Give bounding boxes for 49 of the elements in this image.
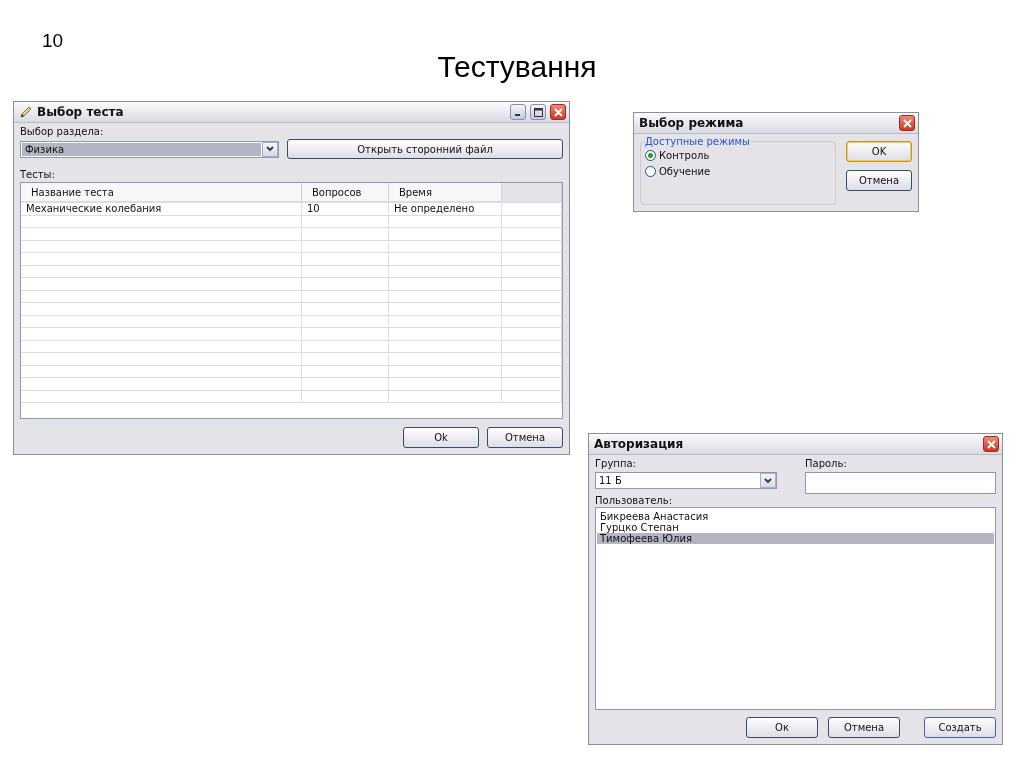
close-icon [986,439,996,449]
column-header[interactable]: Время [388,183,502,202]
list-item[interactable]: Тимофеева Юлия [597,533,994,544]
table-cell: 10 [301,202,389,215]
chevron-down-icon [266,146,274,152]
close-icon [902,118,912,128]
maximize-icon [533,107,543,117]
dropdown-button[interactable] [262,141,278,157]
slide-title: Тестування [436,50,598,84]
window-title: Выбор теста [37,105,125,119]
dialog-button[interactable]: Отмена [846,170,912,191]
dialog-button[interactable]: Ок [746,717,818,738]
window-title: Авторизация [594,437,685,451]
close-icon [553,107,563,117]
pencil-icon [19,105,33,119]
column-header[interactable]: Вопросов [301,183,389,202]
dropdown-button[interactable] [760,473,776,488]
dialog-button[interactable]: Создать [924,717,996,738]
close-button[interactable] [983,436,999,452]
field-label: Выбор раздела: [20,126,105,137]
field-label: Пользователь: [595,495,673,506]
field-label: Группа: [595,458,637,469]
radio-option[interactable]: Обучение [645,163,831,179]
group-dropdown[interactable]: 11 Б [595,472,777,489]
field-label: Пароль: [805,458,848,469]
group-label: Доступные режимы [645,136,750,147]
field-label: Тесты: [20,169,56,180]
list-item[interactable]: Бикреева Анастасия [597,511,994,522]
column-header[interactable]: Название теста [21,183,302,202]
radio-button[interactable] [645,149,656,161]
section-dropdown[interactable]: Физика [20,140,279,158]
radio-button[interactable] [645,165,656,177]
chevron-down-icon [764,477,772,484]
dialog-button[interactable]: Отмена [828,717,900,738]
dialog-button[interactable]: Отмена [487,427,563,448]
open-file-button[interactable]: Открыть сторонний файл [287,139,563,159]
dialog-button[interactable]: OK [846,141,912,162]
window-title: Выбор режима [639,116,745,130]
maximize-button[interactable] [530,104,546,120]
password-field[interactable] [805,472,996,494]
radio-option[interactable]: Контроль [645,147,831,163]
close-button[interactable] [899,115,915,131]
slide-number: 10 [42,30,64,52]
list-item[interactable]: Гурцко Степан [597,522,994,533]
minimize-button[interactable] [510,104,526,120]
table-cell: Механические колебания [21,202,302,215]
dialog-button[interactable]: Ok [403,427,479,448]
close-button[interactable] [550,104,566,120]
table-cell: Не определено [388,202,502,215]
